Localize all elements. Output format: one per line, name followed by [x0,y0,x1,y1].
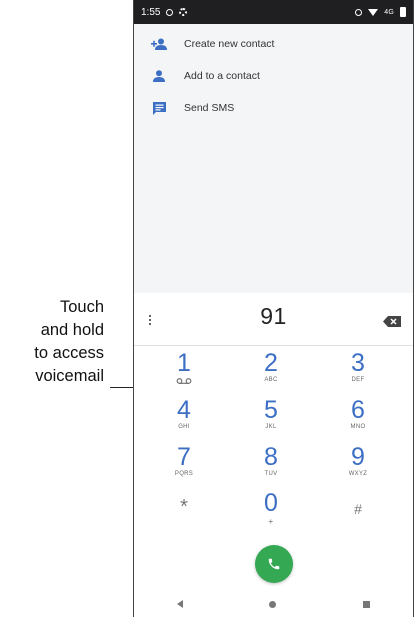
phone-screen: 1:55 4G Create new contact Add to a cont… [133,0,414,617]
battery-icon [400,7,406,17]
key-6-digit: 6 [351,396,365,424]
recent-apps-icon[interactable] [362,600,370,608]
key-6-letters: MNO [350,424,366,430]
key-0[interactable]: 0 + [236,489,306,537]
key-5[interactable]: 5 JKL [236,398,306,446]
key-3-digit: 3 [351,349,365,377]
key-8[interactable]: 8 TUV [236,445,306,493]
add-person-icon [150,36,168,52]
network-type: 4G [384,8,394,16]
key-4-digit: 4 [177,396,191,424]
key-7-letters: PQRS [174,471,194,477]
key-0-digit: 0 [264,489,278,517]
create-new-contact-label: Create new contact [184,38,275,50]
key-7[interactable]: 7 PQRS [149,445,219,493]
key-9-digit: 9 [351,443,365,471]
call-button[interactable] [255,545,293,583]
key-7-digit: 7 [177,443,191,471]
dialed-number[interactable]: 91 [134,303,413,330]
notification-icon [166,8,174,16]
status-bar: 1:55 4G [134,0,413,24]
key-4[interactable]: 4 GHI [149,398,219,446]
voicemail-callout: Touch and hold to access voicemail [0,296,104,388]
key-pound-symbol: # [354,501,362,517]
callout-line-2: and hold [40,321,104,339]
contact-actions-list: Create new contact Add to a contact Send… [134,28,413,124]
dialed-number-row: 91 [134,293,413,346]
key-5-digit: 5 [264,396,278,424]
key-8-letters: TUV [264,471,278,477]
send-sms-button[interactable]: Send SMS [134,92,413,124]
settings-notification-icon [179,8,188,16]
status-time: 1:55 [141,6,161,18]
key-8-digit: 8 [264,443,278,471]
key-3-letters: DEF [351,377,365,383]
navigation-bar [134,591,413,617]
dialpad: 91 1 2 ABC 3 DEF 4 GHI 5 JKL 6 MNO 7 PQR… [134,293,413,617]
add-to-contact-label: Add to a contact [184,70,260,82]
callout-line-3: to access [34,344,104,362]
callout-line-4: voicemail [35,367,104,385]
voicemail-icon [176,378,192,384]
key-3[interactable]: 3 DEF [323,351,393,399]
wifi-icon [368,8,379,16]
phone-icon [268,558,280,570]
create-new-contact-button[interactable]: Create new contact [134,28,413,60]
key-6[interactable]: 6 MNO [323,398,393,446]
message-icon [150,100,168,116]
key-2-letters: ABC [264,377,278,383]
key-star-symbol: * [180,496,188,518]
key-2[interactable]: 2 ABC [236,351,306,399]
key-star[interactable]: * [149,489,219,537]
back-icon[interactable] [177,600,184,608]
backspace-icon[interactable] [383,314,401,327]
send-sms-label: Send SMS [184,102,235,114]
add-to-contact-button[interactable]: Add to a contact [134,60,413,92]
location-icon [355,8,363,16]
person-icon [150,68,168,84]
key-4-letters: GHI [178,424,190,430]
key-2-digit: 2 [264,349,278,377]
key-1-digit: 1 [177,349,191,377]
key-5-letters: JKL [265,424,277,430]
callout-line-1: Touch [59,298,104,316]
key-9[interactable]: 9 WXYZ [323,445,393,493]
key-9-letters: WXYZ [348,471,368,477]
key-1[interactable]: 1 [149,351,219,399]
home-icon[interactable] [269,600,277,608]
key-0-letters: + [268,517,274,526]
key-pound[interactable]: # [323,489,393,537]
